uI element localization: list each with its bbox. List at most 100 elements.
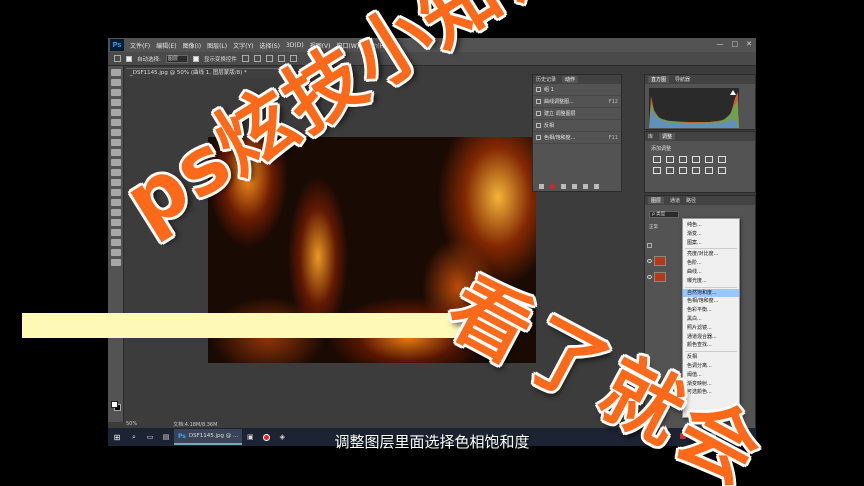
action-shortcut: F12 [608, 98, 618, 105]
menu-item-gradient[interactable]: 渐变... [683, 230, 739, 239]
eye-icon[interactable] [647, 259, 652, 263]
menu-item-exposure[interactable]: 曝光度... [683, 277, 739, 286]
type-tool-icon[interactable] [110, 219, 121, 226]
vibrance-icon[interactable] [705, 156, 713, 163]
pen-tool-icon[interactable] [110, 209, 121, 216]
trash-icon[interactable] [594, 183, 599, 189]
layer-filter-dropdown[interactable]: ρ 类型 [649, 211, 679, 218]
tab-paths[interactable]: 路径 [686, 197, 696, 204]
menu-type[interactable]: 文字(Y) [233, 41, 253, 50]
action-row[interactable]: 反相 [533, 120, 621, 132]
menu-item-color-lookup[interactable]: 颜色查找... [683, 341, 739, 350]
marquee-tool-icon[interactable] [110, 79, 121, 86]
menu-item-curves[interactable]: 曲线... [683, 268, 739, 277]
move-tool-icon[interactable] [114, 55, 121, 62]
folder-icon[interactable] [572, 183, 577, 189]
hue-saturation-icon[interactable] [718, 156, 726, 163]
auto-select-checkbox[interactable] [126, 55, 132, 62]
action-row[interactable]: 色相/饱和度... F11 [533, 132, 621, 144]
tab-layers[interactable]: 图层 [648, 197, 665, 204]
hand-tool-icon[interactable] [110, 249, 121, 256]
zoom-tool-icon[interactable] [110, 259, 121, 266]
tab-adjustments[interactable]: 调整 [659, 133, 676, 140]
zoom-level[interactable]: 50% [126, 421, 137, 427]
action-label: 组 1 [544, 87, 554, 93]
action-checkbox[interactable] [536, 135, 541, 140]
tab-history[interactable]: 历史记录 [536, 76, 556, 83]
invert-icon[interactable] [718, 167, 726, 174]
color-swatches[interactable] [111, 401, 121, 411]
color-balance-icon[interactable] [653, 167, 661, 174]
tab-navigator[interactable]: 导航器 [675, 76, 690, 83]
action-row[interactable]: 组 1 [533, 84, 621, 96]
blend-mode-dropdown[interactable]: 正常 [649, 224, 658, 230]
crop-tool-icon[interactable] [110, 109, 121, 116]
tab-library[interactable]: 库 [648, 133, 653, 140]
menu-item-photo-filter[interactable]: 照片滤镜... [683, 324, 739, 333]
dodge-tool-icon[interactable] [110, 199, 121, 206]
menu-edit[interactable]: 编辑(E) [156, 41, 176, 50]
auto-select-dropdown[interactable]: 图层 [165, 54, 188, 63]
history-panel: 历史记录 动作 组 1 曲线调整图... F12 建立 调整图层 反相 色相/饱… [532, 74, 622, 192]
quick-select-tool-icon[interactable] [110, 99, 121, 106]
color-lookup-icon[interactable] [705, 167, 713, 174]
histogram-panel-tabs: 直方图 导航器 [645, 75, 755, 84]
minimize-button[interactable]: — [717, 40, 724, 48]
eyedropper-tool-icon[interactable] [110, 119, 121, 126]
menu-item-pattern[interactable]: 图案... [683, 239, 739, 248]
show-transform-checkbox[interactable] [192, 55, 199, 62]
black-white-icon[interactable] [666, 167, 674, 174]
action-checkbox[interactable] [536, 111, 541, 116]
menu-layer[interactable]: 图层(L) [207, 41, 227, 50]
lasso-tool-icon[interactable] [110, 89, 121, 96]
tab-channels[interactable]: 通道 [670, 197, 680, 204]
layer-row[interactable] [647, 254, 687, 268]
menu-item-hue-saturation[interactable]: 色相/饱和度... [683, 297, 739, 306]
tab-histogram[interactable]: 直方图 [648, 76, 670, 83]
menu-file[interactable]: 文件(F) [130, 41, 150, 50]
lock-icon[interactable] [647, 242, 652, 248]
menu-item-channel-mixer[interactable]: 通道混合器... [683, 333, 739, 342]
brightness-icon[interactable] [653, 156, 661, 163]
histogram-panel: 直方图 导航器 [644, 74, 756, 130]
path-select-tool-icon[interactable] [110, 229, 121, 236]
menu-item-black-white[interactable]: 黑白... [683, 315, 739, 324]
layer-row[interactable] [647, 270, 687, 284]
menu-item-solid-color[interactable]: 纯色... [683, 221, 739, 230]
menu-item-levels[interactable]: 色阶... [683, 259, 739, 268]
tab-actions[interactable]: 动作 [562, 76, 579, 83]
action-row[interactable]: 建立 调整图层 [533, 108, 621, 120]
align-left-icon[interactable] [241, 55, 249, 62]
blur-tool-icon[interactable] [110, 189, 121, 196]
exposure-icon[interactable] [692, 156, 700, 163]
photoshop-logo: Ps [110, 39, 124, 51]
move-tool-icon[interactable] [110, 69, 121, 76]
channel-mixer-icon[interactable] [692, 167, 700, 174]
action-row[interactable]: 曲线调整图... F12 [533, 96, 621, 108]
curves-icon[interactable] [679, 156, 687, 163]
close-button[interactable]: ✕ [746, 40, 752, 48]
menu-item-color-balance[interactable]: 色彩平衡... [683, 306, 739, 315]
menu-item-brightness[interactable]: 亮度/对比度... [683, 250, 739, 259]
levels-icon[interactable] [666, 156, 674, 163]
shape-tool-icon[interactable] [110, 239, 121, 246]
action-checkbox[interactable] [536, 87, 541, 92]
maximize-button[interactable]: □ [732, 40, 739, 48]
foreground-color-swatch[interactable] [111, 401, 118, 408]
healing-tool-icon[interactable] [110, 129, 121, 136]
action-checkbox[interactable] [536, 99, 541, 104]
menu-item-vibrance[interactable]: 自然饱和度... [683, 288, 739, 298]
action-label: 建立 调整图层 [544, 111, 576, 117]
new-action-icon[interactable] [583, 183, 588, 189]
action-checkbox[interactable] [536, 123, 541, 128]
layer-row[interactable] [647, 238, 687, 252]
record-icon[interactable] [550, 183, 555, 189]
eye-icon[interactable] [647, 275, 652, 279]
menu-divider [685, 286, 737, 288]
menu-image[interactable]: 图像(I) [183, 41, 201, 50]
adjustment-icons [653, 156, 728, 174]
play-icon[interactable] [561, 183, 566, 189]
menu-divider [685, 248, 737, 250]
stop-icon[interactable] [539, 183, 544, 189]
photo-filter-icon[interactable] [679, 167, 687, 174]
